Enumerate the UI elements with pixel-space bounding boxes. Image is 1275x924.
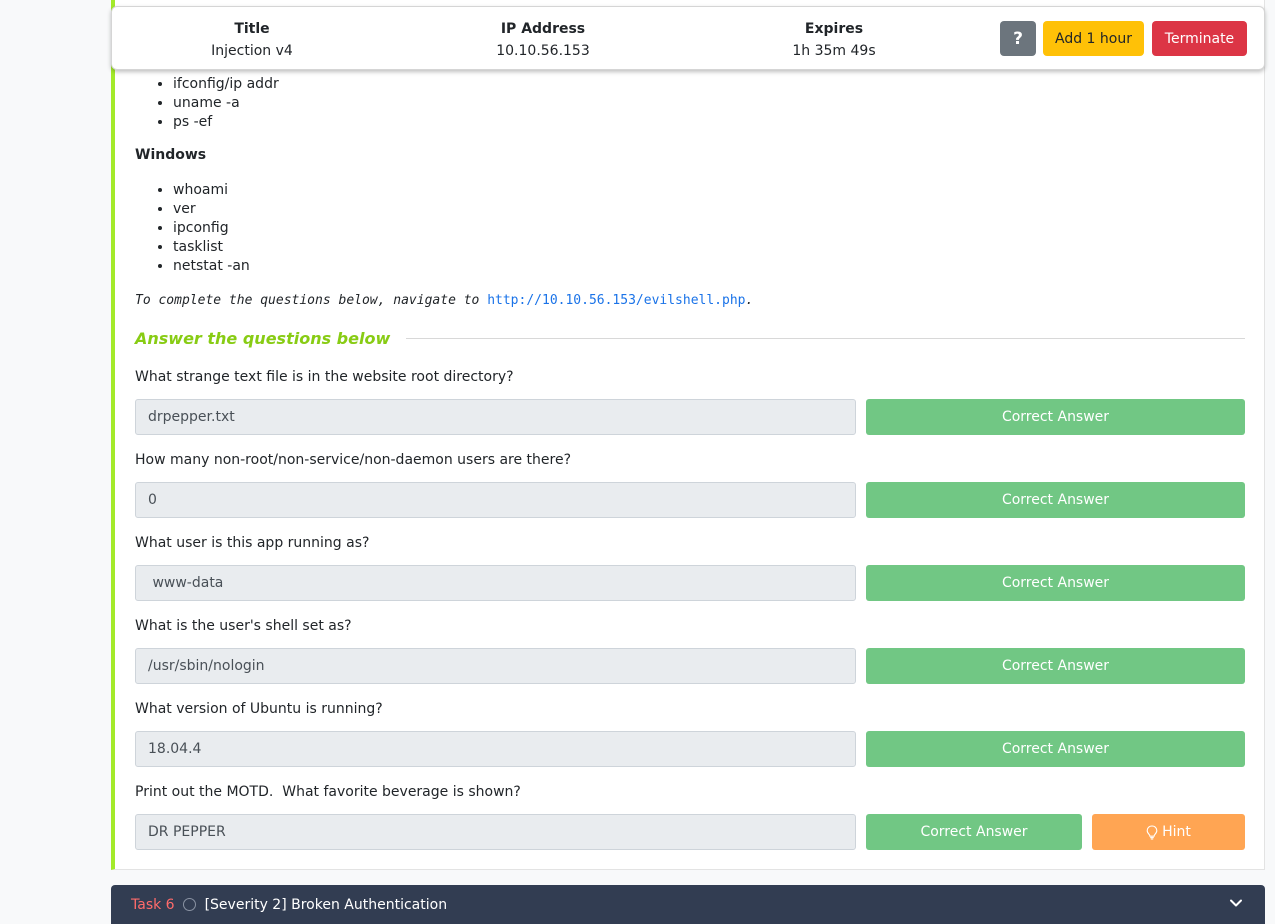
question-6-row: DR PEPPER Correct Answer Hint [135, 814, 1245, 850]
answer-1-input[interactable]: drpepper.txt [135, 399, 856, 435]
list-item: whoami [173, 181, 735, 200]
instructions-note: To complete the questions below, navigat… [135, 293, 1135, 308]
divider [406, 338, 1245, 339]
question-2-row: 0 Correct Answer [135, 482, 1245, 518]
correct-answer-1-button[interactable]: Correct Answer [866, 399, 1245, 435]
machine-title-value: Injection v4 [211, 43, 293, 59]
list-item: ver [173, 200, 735, 219]
correct-answer-3-button[interactable]: Correct Answer [866, 565, 1245, 601]
evilshell-link[interactable]: http://10.10.56.153/evilshell.php [487, 293, 745, 308]
task-number: Task 6 [131, 896, 175, 913]
help-button[interactable]: ? [1000, 21, 1036, 56]
question-1-label: What strange text file is in the website… [135, 369, 514, 385]
windows-command-list: whoami ver ipconfig tasklist netstat -an [135, 181, 735, 276]
question-2-label: How many non-root/non-service/non-daemon… [135, 452, 572, 468]
list-item: ps -ef [173, 113, 735, 132]
machine-info-bar: Title Injection v4 IP Address 10.10.56.1… [111, 6, 1265, 70]
correct-answer-5-button[interactable]: Correct Answer [866, 731, 1245, 767]
note-prefix: To complete the questions below, navigat… [135, 293, 488, 308]
hint-button[interactable]: Hint [1092, 814, 1245, 850]
lightbulb-icon [1146, 824, 1158, 840]
incomplete-circle-icon [182, 898, 196, 911]
ip-address-column: IP Address 10.10.56.153 [478, 18, 608, 62]
answer-2-input[interactable]: 0 [135, 482, 856, 518]
list-item: uname -a [173, 94, 735, 113]
question-3-label: What user is this app running as? [135, 535, 370, 551]
chevron-down-icon[interactable] [1229, 896, 1243, 910]
add-hour-button[interactable]: Add 1 hour [1043, 21, 1144, 56]
machine-title-column: Title Injection v4 [192, 18, 312, 62]
terminate-button[interactable]: Terminate [1152, 21, 1247, 56]
question-5-row: 18.04.4 Correct Answer [135, 731, 1245, 767]
correct-answer-4-button[interactable]: Correct Answer [866, 648, 1245, 684]
expires-column: Expires 1h 35m 49s [774, 18, 894, 62]
list-item: netstat -an [173, 257, 735, 276]
task-title: [Severity 2] Broken Authentication [204, 896, 448, 913]
list-item: ipconfig [173, 219, 735, 238]
question-5-label: What version of Ubuntu is running? [135, 701, 383, 717]
expires-value: 1h 35m 49s [792, 43, 876, 59]
question-1-row: drpepper.txt Correct Answer [135, 399, 1245, 435]
windows-heading: Windows [135, 147, 207, 163]
answers-heading-text: Answer the questions below [135, 329, 391, 348]
answer-5-input[interactable]: 18.04.4 [135, 731, 856, 767]
title-header: Title [234, 21, 270, 37]
task-6-header[interactable]: Task 6 [Severity 2] Broken Authenticatio… [111, 885, 1265, 924]
answer-6-input[interactable]: DR PEPPER [135, 814, 856, 850]
question-4-row: /usr/sbin/nologin Correct Answer [135, 648, 1245, 684]
question-3-row: www-data Correct Answer [135, 565, 1245, 601]
linux-command-list: ifconfig/ip addr uname -a ps -ef [135, 75, 735, 132]
list-item: tasklist [173, 238, 735, 257]
question-4-label: What is the user's shell set as? [135, 618, 352, 634]
correct-answer-2-button[interactable]: Correct Answer [866, 482, 1245, 518]
hint-label: Hint [1162, 824, 1191, 840]
ip-header: IP Address [500, 21, 586, 37]
note-suffix: . [745, 293, 754, 308]
answer-3-input[interactable]: www-data [135, 565, 856, 601]
ip-value: 10.10.56.153 [496, 43, 590, 59]
correct-answer-6-button[interactable]: Correct Answer [866, 814, 1082, 850]
task-content-card: ifconfig/ip addr uname -a ps -ef Windows… [111, 0, 1265, 870]
expires-header: Expires [804, 21, 864, 37]
list-item: ifconfig/ip addr [173, 75, 735, 94]
answers-heading: Answer the questions below [135, 329, 1245, 348]
answer-4-input[interactable]: /usr/sbin/nologin [135, 648, 856, 684]
question-6-label: Print out the MOTD. What favorite bevera… [135, 784, 521, 800]
